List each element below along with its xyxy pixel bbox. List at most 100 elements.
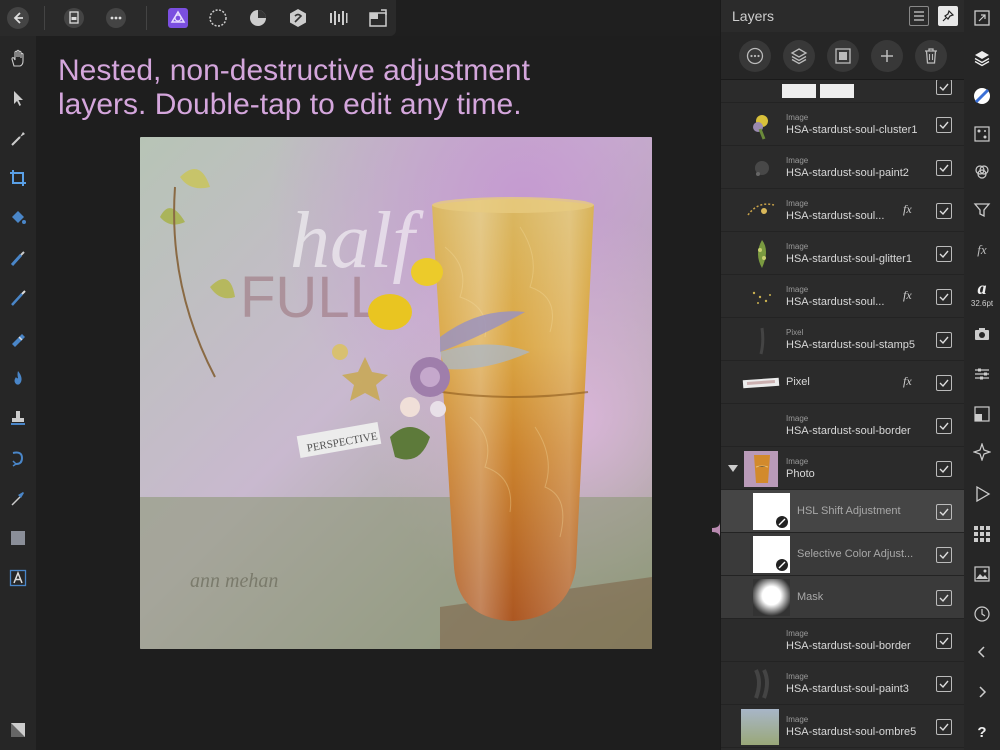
macro-play-icon[interactable] bbox=[970, 482, 994, 506]
layer-row-mask[interactable]: Mask bbox=[721, 576, 965, 619]
layer-thumbnail bbox=[754, 669, 769, 699]
layer-visibility-checkbox[interactable] bbox=[936, 203, 952, 219]
layer-visibility-checkbox[interactable] bbox=[936, 332, 952, 348]
caption-line-2: layers. Double-tap to edit any time. bbox=[58, 88, 522, 121]
layer-effects-icon[interactable]: fx bbox=[903, 374, 912, 389]
quick-mask-icon[interactable] bbox=[4, 716, 32, 744]
grid-icon[interactable] bbox=[970, 522, 994, 546]
help-icon[interactable]: ? bbox=[970, 720, 994, 744]
back-button[interactable] bbox=[4, 4, 32, 32]
chevron-right-icon[interactable] bbox=[970, 680, 994, 704]
layer-type: Image bbox=[786, 457, 809, 466]
flood-fill-tool-icon[interactable] bbox=[4, 204, 32, 232]
layer-options-icon[interactable] bbox=[739, 40, 771, 72]
layer-row[interactable]: Image HSA-stardust-soul-cluster1 bbox=[721, 103, 965, 146]
image-studio-icon[interactable] bbox=[970, 562, 994, 586]
dodge-tool-icon[interactable] bbox=[4, 364, 32, 392]
layer-name: HSA-stardust-soul-paint3 bbox=[786, 683, 909, 695]
layer-row[interactable]: Image HSA-stardust-soul... fx bbox=[721, 189, 965, 232]
layer-name: HSA-stardust-soul-cluster1 bbox=[786, 124, 918, 136]
red-eye-tool-icon[interactable] bbox=[4, 444, 32, 472]
layers-studio-icon[interactable] bbox=[970, 46, 994, 70]
layer-name: Pixel bbox=[786, 376, 810, 388]
selection-brush-tool-icon[interactable] bbox=[4, 244, 32, 272]
document-icon[interactable] bbox=[60, 4, 88, 32]
move-tool-icon[interactable] bbox=[4, 84, 32, 112]
layer-visibility-checkbox[interactable] bbox=[936, 80, 952, 95]
export-persona-icon[interactable] bbox=[324, 4, 352, 32]
layer-thumbnail bbox=[747, 203, 775, 216]
pen-tool-icon[interactable] bbox=[4, 484, 32, 512]
layer-row-hsl-adjustment[interactable]: HSL Shift Adjustment bbox=[721, 490, 965, 533]
layer-row-partial[interactable] bbox=[721, 80, 965, 103]
delete-layer-icon[interactable] bbox=[915, 40, 947, 72]
more-options-icon[interactable] bbox=[102, 4, 130, 32]
adjustments-studio-icon[interactable] bbox=[970, 362, 994, 386]
artwork-image[interactable]: half FULL PERSPECTIVE ann mehan bbox=[140, 137, 652, 649]
collapse-triangle-icon[interactable] bbox=[727, 462, 739, 474]
paint-brush-tool-icon[interactable] bbox=[4, 284, 32, 312]
effects-studio-icon[interactable]: fx bbox=[970, 238, 994, 262]
liquify-persona-icon[interactable] bbox=[204, 4, 232, 32]
layer-row[interactable]: Pixel HSA-stardust-soul-stamp5 bbox=[721, 318, 965, 361]
layer-row[interactable]: Pixel fx bbox=[721, 361, 965, 404]
layer-visibility-checkbox[interactable] bbox=[936, 117, 952, 133]
develop-persona-icon[interactable] bbox=[244, 4, 272, 32]
layer-row-selective-color[interactable]: Selective Color Adjust... bbox=[721, 533, 965, 576]
layer-visibility-checkbox[interactable] bbox=[936, 590, 952, 606]
layer-row[interactable]: Image HSA-stardust-soul-paint3 bbox=[721, 662, 965, 705]
layer-visibility-checkbox[interactable] bbox=[936, 461, 952, 477]
character-studio-icon[interactable]: a bbox=[970, 276, 994, 300]
layer-list[interactable]: Image HSA-stardust-soul-cluster1 Image H… bbox=[721, 80, 965, 750]
channels-studio-icon[interactable] bbox=[970, 160, 994, 184]
layer-visibility-checkbox[interactable] bbox=[936, 289, 952, 305]
layer-type: Image bbox=[786, 242, 809, 251]
layer-row[interactable]: Image HSA-stardust-soul-border bbox=[721, 619, 965, 662]
layer-visibility-checkbox[interactable] bbox=[936, 375, 952, 391]
navigator-studio-icon[interactable] bbox=[970, 440, 994, 464]
collapse-studio-icon[interactable] bbox=[970, 6, 994, 30]
history-icon[interactable] bbox=[970, 602, 994, 626]
layer-visibility-checkbox[interactable] bbox=[936, 160, 952, 176]
layer-row[interactable]: Image HSA-stardust-soul-ombre5 bbox=[721, 705, 965, 748]
photo-persona-icon[interactable] bbox=[164, 4, 192, 32]
filter-icon[interactable] bbox=[970, 198, 994, 222]
color-picker-tool-icon[interactable] bbox=[4, 124, 32, 152]
chevron-left-icon[interactable] bbox=[970, 640, 994, 664]
text-tool-icon[interactable] bbox=[4, 564, 32, 592]
layer-row[interactable]: Image HSA-stardust-soul... fx bbox=[721, 275, 965, 318]
layer-row[interactable]: Image HSA-stardust-soul-border bbox=[721, 404, 965, 447]
add-layer-icon[interactable] bbox=[871, 40, 903, 72]
transform-studio-icon[interactable] bbox=[970, 402, 994, 426]
layer-visibility-checkbox[interactable] bbox=[936, 418, 952, 434]
layer-thumbnail bbox=[744, 451, 778, 487]
layer-row-photo[interactable]: Image Photo bbox=[721, 447, 965, 490]
layer-visibility-checkbox[interactable] bbox=[936, 719, 952, 735]
layer-visibility-checkbox[interactable] bbox=[936, 633, 952, 649]
panel-menu-icon[interactable] bbox=[909, 6, 929, 26]
layer-name: Photo bbox=[786, 468, 815, 480]
layer-visibility-checkbox[interactable] bbox=[936, 547, 952, 563]
pin-panel-icon[interactable] bbox=[938, 6, 958, 26]
layer-visibility-checkbox[interactable] bbox=[936, 246, 952, 262]
layer-row[interactable]: Image HSA-stardust-soul-paint2 bbox=[721, 146, 965, 189]
tone-mapping-persona-icon[interactable] bbox=[284, 4, 312, 32]
brushes-studio-icon[interactable] bbox=[970, 122, 994, 146]
layer-name: HSA-stardust-soul-stamp5 bbox=[786, 339, 915, 351]
layer-effects-icon[interactable]: fx bbox=[903, 288, 912, 303]
share-icon[interactable] bbox=[364, 4, 392, 32]
camera-icon[interactable] bbox=[970, 322, 994, 346]
add-mask-icon[interactable] bbox=[827, 40, 859, 72]
layer-name: HSA-stardust-soul... bbox=[786, 210, 885, 222]
rectangle-tool-icon[interactable] bbox=[4, 524, 32, 552]
layer-visibility-checkbox[interactable] bbox=[936, 504, 952, 520]
hand-tool-icon[interactable] bbox=[4, 44, 32, 72]
erase-brush-tool-icon[interactable] bbox=[4, 324, 32, 352]
color-studio-icon[interactable] bbox=[970, 84, 994, 108]
layer-row[interactable]: Image HSA-stardust-soul-glitter1 bbox=[721, 232, 965, 275]
clone-tool-icon[interactable] bbox=[4, 404, 32, 432]
crop-tool-icon[interactable] bbox=[4, 164, 32, 192]
layer-effects-icon[interactable]: fx bbox=[903, 202, 912, 217]
layer-stack-icon[interactable] bbox=[783, 40, 815, 72]
layer-visibility-checkbox[interactable] bbox=[936, 676, 952, 692]
